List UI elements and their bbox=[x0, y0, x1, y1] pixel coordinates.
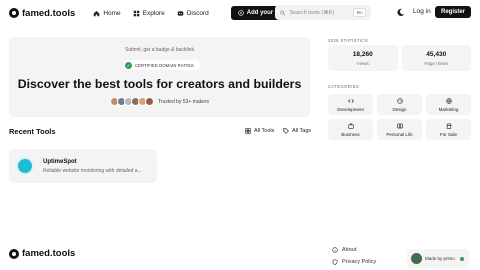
briefcase-icon bbox=[347, 123, 354, 129]
info-icon bbox=[332, 247, 338, 253]
search-box[interactable]: ⌘K bbox=[275, 5, 371, 20]
certified-icon: ✓ bbox=[125, 61, 132, 69]
category-label: Design bbox=[392, 106, 407, 112]
plus-icon bbox=[238, 10, 244, 16]
nav-home-label: Home bbox=[103, 9, 121, 17]
category-development[interactable]: Development bbox=[328, 94, 373, 115]
domain-rating-badge[interactable]: ✓ CERTIFIED DOMAIN RATING bbox=[123, 60, 200, 70]
made-by-label: Made by primo bbox=[425, 256, 455, 261]
main-nav: Home Explore Discord Add your tool bbox=[93, 6, 293, 20]
makers-row: Trusted by 53+ makers bbox=[9, 97, 310, 106]
moon-icon[interactable] bbox=[396, 8, 405, 17]
category-label: Marketing bbox=[438, 106, 459, 112]
badge-label: CERTIFIED DOMAIN RATING bbox=[135, 62, 194, 68]
recent-tools-title: Recent Tools bbox=[9, 127, 56, 136]
all-tools-label: All Tools bbox=[254, 128, 275, 134]
hero-subtitle: Submit, get a badge & backlink bbox=[125, 47, 194, 53]
stat-pageviews: 45,430 Page Views bbox=[401, 45, 471, 71]
hero-title: Discover the best tools for creators and… bbox=[17, 77, 302, 91]
stat-views-label: Views bbox=[356, 61, 369, 66]
nav-home[interactable]: Home bbox=[93, 9, 121, 17]
made-by-badge[interactable]: Made by primo bbox=[407, 249, 469, 268]
brand-logo[interactable]: famed.tools bbox=[9, 8, 75, 19]
tool-description: Reliable website monitoring with detaile… bbox=[43, 168, 142, 174]
stats-heading: 2026 STATISTICS bbox=[328, 38, 369, 43]
makers-text: Trusted by 53+ makers bbox=[157, 98, 210, 105]
search-input[interactable] bbox=[289, 9, 350, 16]
tool-logo bbox=[16, 157, 34, 175]
tool-name: UptimeSpot bbox=[43, 159, 77, 165]
category-for-sale[interactable]: For Sale bbox=[426, 119, 471, 140]
logo-icon bbox=[9, 248, 19, 259]
login-link[interactable]: Log in bbox=[413, 8, 431, 15]
brand-name: famed.tools bbox=[22, 7, 76, 19]
discord-icon bbox=[177, 10, 184, 16]
palette-icon bbox=[396, 97, 403, 104]
category-label: Development bbox=[337, 106, 364, 112]
top-navbar: famed.tools Home Explore Discord Add you… bbox=[0, 0, 480, 26]
category-marketing[interactable]: Marketing bbox=[426, 94, 471, 115]
all-tags-label: All Tags bbox=[292, 128, 312, 134]
search-shortcut: ⌘K bbox=[353, 8, 366, 17]
all-tools-link[interactable]: All Tools bbox=[245, 128, 274, 134]
avatar bbox=[144, 97, 154, 106]
category-design[interactable]: Design bbox=[377, 94, 422, 115]
shield-icon bbox=[332, 259, 338, 265]
logo-icon bbox=[9, 8, 19, 18]
avatar bbox=[411, 253, 422, 264]
code-icon bbox=[347, 98, 354, 103]
maker-avatars bbox=[109, 97, 154, 106]
nav-explore[interactable]: Explore bbox=[133, 10, 165, 17]
nav-explore-label: Explore bbox=[142, 9, 165, 17]
footer-about-label: About bbox=[342, 247, 357, 253]
stat-views: 18,260 Views bbox=[328, 45, 398, 71]
search-icon bbox=[280, 10, 286, 15]
grid-icon bbox=[133, 10, 139, 16]
footer-privacy-label: Privacy Policy bbox=[342, 259, 377, 265]
category-label: For Sale bbox=[439, 131, 457, 137]
category-label: Personal Life bbox=[386, 131, 413, 137]
grid-icon bbox=[245, 128, 251, 134]
category-personal-life[interactable]: Personal Life bbox=[377, 119, 422, 140]
category-business[interactable]: Business bbox=[328, 119, 373, 140]
stat-pageviews-value: 45,430 bbox=[426, 51, 447, 58]
online-status-icon bbox=[459, 256, 464, 261]
hero-section: Submit, get a badge & backlink ✓ CERTIFI… bbox=[9, 37, 310, 117]
stat-views-value: 18,260 bbox=[352, 51, 373, 58]
footer-privacy-link[interactable]: Privacy Policy bbox=[332, 259, 376, 265]
category-label: Business bbox=[341, 131, 360, 137]
footer-brand-name: famed.tools bbox=[22, 248, 76, 259]
tool-card[interactable]: UptimeSpot Reliable website monitoring w… bbox=[9, 149, 157, 183]
nav-discord[interactable]: Discord bbox=[177, 10, 209, 17]
categories-heading: CATEGORIES bbox=[328, 84, 360, 89]
categories-grid: Development Design Marketing Business Pe… bbox=[328, 94, 471, 140]
register-button[interactable]: Register bbox=[435, 6, 472, 18]
tag-icon bbox=[283, 128, 289, 134]
target-icon bbox=[445, 97, 452, 104]
footer-about-link[interactable]: About bbox=[332, 247, 356, 253]
user-icon bbox=[396, 123, 403, 128]
store-icon bbox=[445, 123, 452, 129]
stat-pageviews-label: Page Views bbox=[424, 61, 449, 66]
footer-logo[interactable]: famed.tools bbox=[9, 248, 75, 259]
home-icon bbox=[94, 10, 100, 16]
nav-discord-label: Discord bbox=[186, 9, 209, 17]
stats-panel: 18,260 Views 45,430 Page Views bbox=[328, 45, 471, 71]
all-tags-link[interactable]: All Tags bbox=[283, 128, 311, 134]
